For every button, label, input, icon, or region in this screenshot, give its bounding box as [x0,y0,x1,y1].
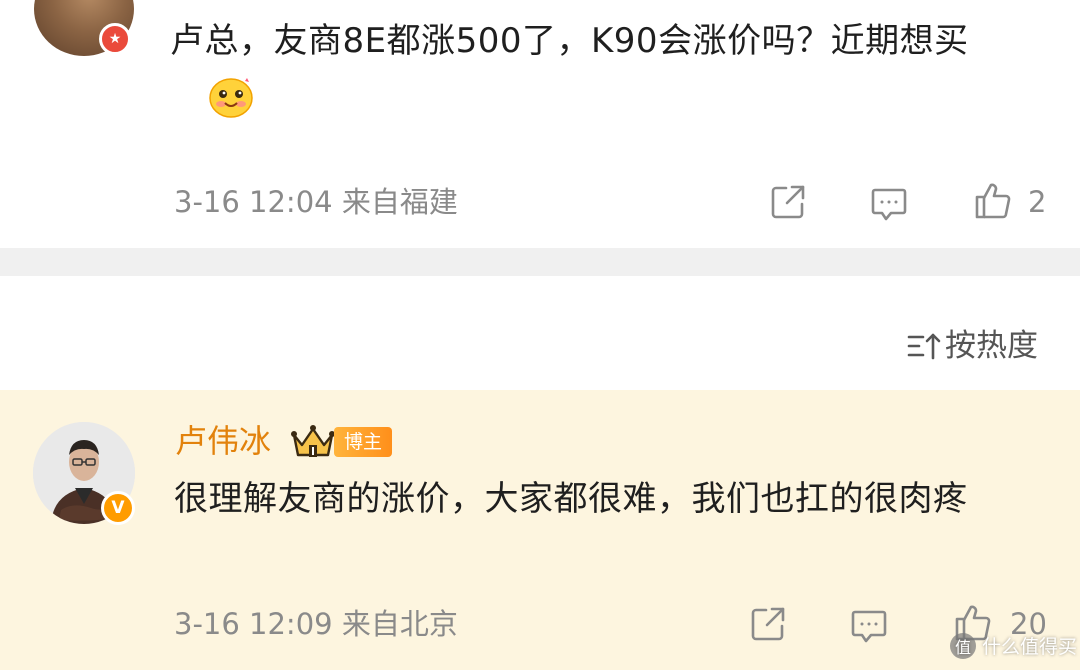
star-badge-icon: ★ [99,23,131,55]
blogger-tag: 博主 [334,427,393,457]
watermark: 值 什么值得买 [950,632,1077,659]
comment-meta: 3-16 12:04 来自福建 [174,185,458,219]
sort-by-hot-button[interactable]: 按热度 [945,326,1038,366]
section-divider [0,248,1080,276]
verified-v-icon: V [101,491,135,525]
blushing-smile-emoji [207,74,255,118]
comment-text: 很理解友商的涨价，大家都很难，我们也扛的很肉疼 [174,479,968,519]
comment-icon[interactable] [849,606,889,646]
sort-icon[interactable] [906,330,942,362]
author-name[interactable]: 卢伟冰 [175,420,271,462]
share-icon[interactable] [768,182,808,222]
watermark-text: 什么值得买 [982,636,1078,658]
comment-meta: 3-16 12:09 来自北京 [174,607,458,641]
like-count: 2 [1028,185,1047,219]
comment-card-highlighted [0,390,1080,670]
comment-icon[interactable] [869,184,909,224]
share-icon[interactable] [748,604,788,644]
crown-icon [290,423,336,461]
comment-text: 卢总，友商8E都涨500了，K90会涨价吗？近期想买 [170,21,969,61]
like-icon[interactable] [973,181,1013,221]
watermark-logo-icon: 值 [950,632,976,659]
